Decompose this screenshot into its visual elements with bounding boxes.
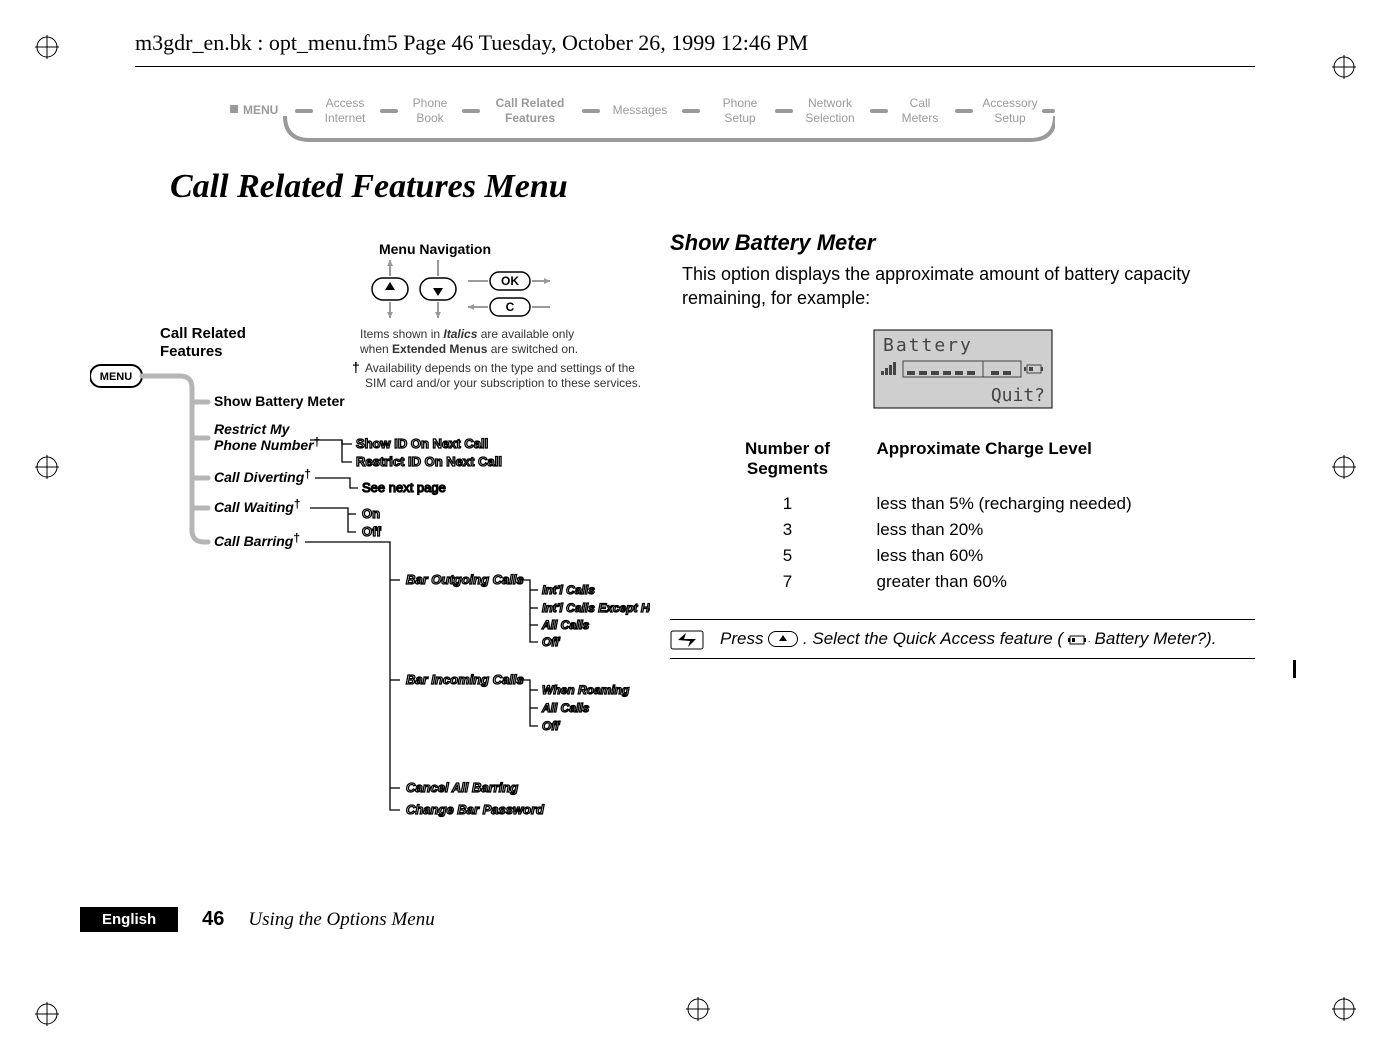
svg-text:Change Bar Password: Change Bar Password bbox=[406, 802, 545, 817]
svg-text:Restrict ID On Next Call: Restrict ID On Next Call bbox=[356, 454, 502, 469]
section-heading: Show Battery Meter bbox=[670, 230, 1255, 256]
svg-text:Phone Number†: Phone Number† bbox=[214, 435, 320, 453]
svg-text:Int'l Calls Except Home: Int'l Calls Except Home bbox=[542, 601, 650, 615]
crop-mark-icon bbox=[1332, 455, 1356, 479]
charge-level-table: Number of Segments Approximate Charge Le… bbox=[723, 435, 1203, 595]
svg-text:See next page: See next page bbox=[362, 480, 446, 495]
svg-text:Messages: Messages bbox=[613, 103, 668, 117]
svg-text:Accessory: Accessory bbox=[982, 96, 1037, 110]
svg-text:Access: Access bbox=[326, 96, 365, 110]
page-title: Call Related Features Menu bbox=[170, 168, 568, 206]
table-header-segments: Number of Segments bbox=[723, 435, 877, 491]
svg-text:When Roaming: When Roaming bbox=[542, 683, 630, 697]
svg-text:†: † bbox=[352, 359, 360, 375]
page-header: m3gdr_en.bk : opt_menu.fm5 Page 46 Tuesd… bbox=[135, 30, 808, 56]
page-number: 46 bbox=[202, 908, 224, 931]
table-row: 1less than 5% (recharging needed) bbox=[723, 491, 1203, 517]
page-footer: English 46 Using the Options Menu bbox=[80, 907, 435, 932]
lcd-illustration: Battery Quit? bbox=[873, 329, 1053, 409]
table-row: 3less than 20% bbox=[723, 517, 1203, 543]
svg-text:Show ID On Next Call: Show ID On Next Call bbox=[356, 436, 488, 451]
svg-text:Call Waiting†: Call Waiting† bbox=[214, 497, 301, 515]
quick-access-tip: Press . Select the Quick Access feature … bbox=[670, 619, 1255, 659]
battery-icon: + bbox=[1068, 634, 1090, 646]
tip-text: Press . Select the Quick Access feature … bbox=[720, 628, 1216, 650]
svg-text:Call Related: Call Related bbox=[160, 325, 246, 342]
svg-text:Network: Network bbox=[808, 96, 853, 110]
svg-text:Features: Features bbox=[505, 111, 555, 125]
svg-text:On: On bbox=[362, 506, 380, 521]
svg-text:Internet: Internet bbox=[325, 111, 366, 125]
svg-text:+: + bbox=[1088, 637, 1090, 646]
crop-mark-icon bbox=[686, 997, 710, 1026]
right-column: Show Battery Meter This option displays … bbox=[670, 230, 1255, 659]
svg-text:Phone: Phone bbox=[723, 96, 758, 110]
arrow-up-key-icon bbox=[768, 631, 798, 647]
section-title: Using the Options Menu bbox=[248, 909, 434, 931]
svg-text:Quit?: Quit? bbox=[990, 385, 1044, 406]
lightning-icon bbox=[670, 630, 704, 650]
svg-text:All Calls: All Calls bbox=[541, 618, 590, 632]
svg-text:Call Diverting†: Call Diverting† bbox=[214, 467, 311, 485]
svg-text:Off: Off bbox=[362, 524, 381, 539]
svg-text:Items shown in Italics are ava: Items shown in Italics are available onl… bbox=[360, 327, 574, 341]
crop-mark-icon bbox=[1332, 997, 1356, 1026]
nav-title: Menu Navigation bbox=[379, 241, 491, 257]
svg-text:Battery: Battery bbox=[883, 335, 973, 356]
svg-text:OK: OK bbox=[501, 274, 519, 288]
svg-text:Restrict My: Restrict My bbox=[214, 421, 291, 437]
table-header-level: Approximate Charge Level bbox=[877, 435, 1203, 491]
svg-text:Cancel All Barring: Cancel All Barring bbox=[406, 780, 518, 795]
crop-mark-icon bbox=[1332, 55, 1356, 79]
svg-text:Availability depends on the ty: Availability depends on the type and set… bbox=[365, 361, 635, 375]
svg-text:Setup: Setup bbox=[994, 111, 1026, 125]
svg-text:Setup: Setup bbox=[724, 111, 756, 125]
svg-text:Call: Call bbox=[910, 96, 931, 110]
svg-text:Features: Features bbox=[160, 343, 223, 360]
svg-text:Show Battery Meter: Show Battery Meter bbox=[214, 393, 345, 409]
svg-text:Bar Outgoing Calls: Bar Outgoing Calls bbox=[406, 572, 524, 587]
crop-mark-icon bbox=[35, 1002, 59, 1026]
svg-text:Selection: Selection bbox=[805, 111, 854, 125]
breadcrumb-ribbon: MENU Access Internet Phone Book Call Rel… bbox=[230, 92, 1055, 155]
header-rule bbox=[135, 66, 1255, 67]
svg-text:MENU: MENU bbox=[100, 371, 132, 383]
svg-text:Book: Book bbox=[416, 111, 444, 125]
svg-text:Call Related: Call Related bbox=[496, 96, 565, 110]
svg-text:Call Barring†: Call Barring† bbox=[214, 531, 300, 549]
table-row: 7greater than 60% bbox=[723, 569, 1203, 595]
section-body: This option displays the approximate amo… bbox=[670, 262, 1255, 311]
svg-text:Int'l Calls: Int'l Calls bbox=[542, 583, 595, 597]
svg-text:Meters: Meters bbox=[902, 111, 939, 125]
menu-label: MENU bbox=[243, 103, 278, 117]
menu-tree-diagram: Menu Navigation OK C Items shown in Ital… bbox=[90, 230, 650, 850]
svg-text:Phone: Phone bbox=[413, 96, 448, 110]
svg-text:C: C bbox=[506, 300, 515, 314]
svg-text:when Extended Menus are switch: when Extended Menus are switched on. bbox=[359, 342, 578, 356]
svg-text:All Calls: All Calls bbox=[541, 701, 590, 715]
crop-mark-icon bbox=[35, 35, 59, 59]
svg-text:Off: Off bbox=[542, 635, 560, 649]
svg-text:Off: Off bbox=[542, 719, 560, 733]
svg-text:Bar Incoming Calls: Bar Incoming Calls bbox=[406, 672, 524, 687]
svg-text:SIM card and/or your subscript: SIM card and/or your subscription to the… bbox=[365, 376, 641, 390]
change-bar bbox=[1293, 660, 1296, 678]
table-row: 5less than 60% bbox=[723, 543, 1203, 569]
language-tab: English bbox=[80, 907, 178, 932]
crop-mark-icon bbox=[35, 455, 59, 479]
document-page: m3gdr_en.bk : opt_menu.fm5 Page 46 Tuesd… bbox=[0, 0, 1391, 1062]
